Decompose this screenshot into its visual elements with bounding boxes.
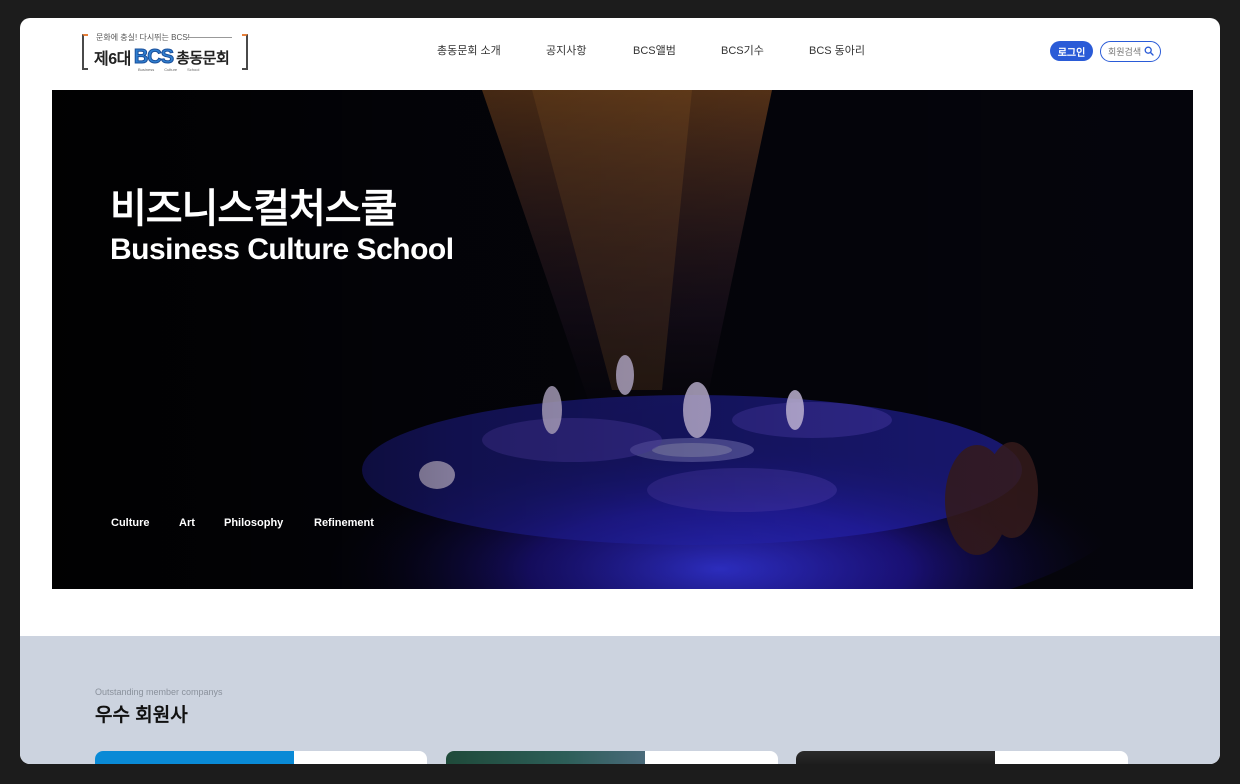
login-button[interactable]: 로그인 (1050, 41, 1093, 61)
browser-frame: 문화에 충실! 다시뛰는 BCS! 제6대 BCS 총동문회 Business … (20, 18, 1220, 764)
hero-banner: 비즈니스컬처스쿨 Business Culture School Culture… (52, 90, 1193, 589)
nav-item-club[interactable]: BCS 동아리 (809, 42, 865, 58)
logo-sub-school: School (187, 67, 200, 72)
member-card[interactable] (796, 751, 1128, 764)
logo-sub-business: Business (138, 67, 155, 72)
members-title: 우수 회원사 (95, 705, 188, 726)
member-card-image (796, 751, 995, 764)
member-card-image (95, 751, 294, 764)
site-header: 문화에 충실! 다시뛰는 BCS! 제6대 BCS 총동문회 Business … (20, 18, 1220, 90)
logo-bracket-right (242, 34, 248, 70)
member-card[interactable] (446, 751, 778, 764)
nav-item-about[interactable]: 총동문회 소개 (437, 42, 501, 58)
logo-subtext: Business Culture School (138, 67, 199, 72)
logo-tagline-rule (186, 37, 232, 38)
member-companies-section: Outstanding member companys 우수 회원사 (20, 636, 1220, 764)
nav-item-cohort[interactable]: BCS기수 (721, 42, 764, 58)
nav-item-album[interactable]: BCS앨범 (633, 42, 676, 58)
member-card-image (446, 751, 645, 764)
hero-title-english: Business Culture School (110, 233, 454, 266)
logo-part-a: 제6대 (94, 51, 131, 68)
search-icon[interactable] (1144, 46, 1154, 56)
logo-sub-culture: Culture (164, 67, 178, 72)
logo-tagline: 문화에 충실! 다시뛰는 BCS! (96, 33, 190, 42)
logo-part-bcs: BCS (133, 45, 174, 68)
member-search (1100, 41, 1161, 62)
hero-stage-image (52, 90, 1193, 589)
logo-wordmark: 제6대 BCS 총동문회 (94, 45, 230, 68)
members-subtitle: Outstanding member companys (95, 687, 223, 697)
hero-keyword-culture: Culture (111, 517, 150, 529)
hero-title-korean: 비즈니스컬처스쿨 (110, 187, 397, 231)
member-search-input[interactable] (1108, 46, 1146, 57)
hero-keyword-art: Art (179, 517, 195, 529)
hero-keyword-refinement: Refinement (314, 517, 374, 529)
logo-part-b: 총동문회 (176, 49, 230, 67)
site-logo[interactable]: 문화에 충실! 다시뛰는 BCS! 제6대 BCS 총동문회 Business … (82, 30, 248, 74)
nav-item-notice[interactable]: 공지사항 (546, 42, 586, 58)
logo-bracket-left (82, 34, 88, 70)
member-card[interactable] (95, 751, 427, 764)
hero-keyword-philosophy: Philosophy (224, 517, 284, 529)
